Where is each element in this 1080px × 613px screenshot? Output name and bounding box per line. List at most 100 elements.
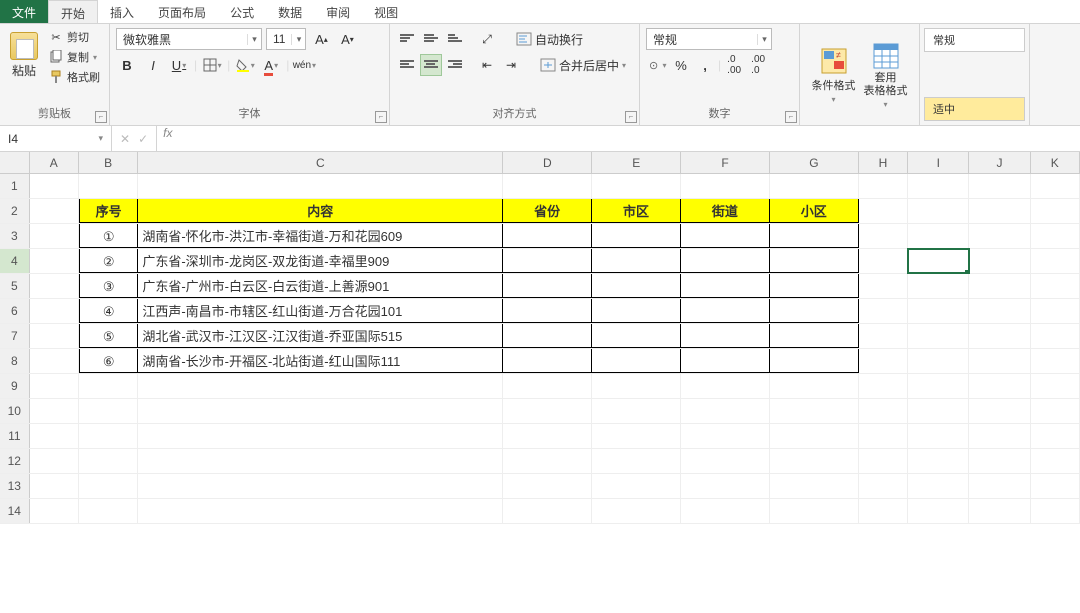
conditional-format-button[interactable]: ≠ 条件格式 ▾ bbox=[812, 47, 856, 104]
decrease-font-button[interactable]: A▾ bbox=[336, 28, 358, 50]
cancel-icon[interactable]: ✕ bbox=[120, 132, 130, 146]
phonetic-button[interactable]: wén bbox=[293, 54, 315, 76]
cell[interactable] bbox=[681, 399, 770, 423]
align-bottom-button[interactable] bbox=[444, 28, 466, 50]
wrap-text-button[interactable]: 自动换行 bbox=[512, 29, 587, 50]
tab-data[interactable]: 数据 bbox=[266, 0, 314, 23]
cell[interactable] bbox=[859, 374, 908, 398]
col-header-E[interactable]: E bbox=[592, 152, 681, 173]
cell[interactable] bbox=[592, 274, 681, 298]
cell[interactable] bbox=[859, 174, 908, 198]
cell[interactable] bbox=[592, 474, 681, 498]
row-header[interactable]: 13 bbox=[0, 474, 30, 498]
cell[interactable] bbox=[908, 499, 969, 523]
cell[interactable]: 湖北省-武汉市-江汉区-江汉街道-乔亚国际515 bbox=[138, 324, 503, 348]
cell[interactable] bbox=[503, 424, 592, 448]
row-header[interactable]: 8 bbox=[0, 349, 30, 373]
row-header[interactable]: 1 bbox=[0, 174, 30, 198]
cell[interactable] bbox=[681, 449, 770, 473]
table-format-button[interactable]: 套用 表格格式 ▾ bbox=[864, 42, 908, 109]
cell[interactable] bbox=[908, 424, 969, 448]
tab-view[interactable]: 视图 bbox=[362, 0, 410, 23]
cell[interactable] bbox=[592, 424, 681, 448]
cell[interactable] bbox=[681, 424, 770, 448]
decrease-indent-button[interactable]: ⇤ bbox=[476, 54, 498, 76]
cell[interactable] bbox=[138, 499, 503, 523]
increase-decimal-button[interactable]: .0.00 bbox=[723, 54, 745, 76]
col-header-J[interactable]: J bbox=[969, 152, 1030, 173]
cell[interactable] bbox=[681, 224, 770, 248]
orientation-button[interactable]: ⤢ bbox=[476, 28, 498, 50]
cell[interactable] bbox=[503, 224, 592, 248]
cell[interactable] bbox=[770, 349, 859, 373]
cell[interactable]: 湖南省-怀化市-洪江市-幸福街道-万和花园609 bbox=[138, 224, 503, 248]
cell[interactable] bbox=[503, 274, 592, 298]
cell[interactable] bbox=[30, 499, 79, 523]
row-header[interactable]: 2 bbox=[0, 199, 30, 223]
cell[interactable] bbox=[969, 299, 1030, 323]
cell[interactable] bbox=[908, 174, 969, 198]
cell[interactable] bbox=[1031, 249, 1080, 273]
clipboard-launcher-icon[interactable]: ⌐ bbox=[95, 111, 107, 123]
cell[interactable] bbox=[1031, 499, 1080, 523]
align-middle-button[interactable] bbox=[420, 28, 442, 50]
percent-button[interactable]: % bbox=[670, 54, 692, 76]
col-header-D[interactable]: D bbox=[503, 152, 592, 173]
cell[interactable] bbox=[138, 449, 503, 473]
chevron-down-icon[interactable]: ▾ bbox=[757, 34, 771, 45]
cell[interactable] bbox=[969, 374, 1030, 398]
cell[interactable]: ④ bbox=[79, 299, 138, 323]
cell[interactable] bbox=[1031, 349, 1080, 373]
cell[interactable] bbox=[969, 324, 1030, 348]
cell[interactable] bbox=[859, 349, 908, 373]
cell[interactable] bbox=[503, 374, 592, 398]
align-top-button[interactable] bbox=[396, 28, 418, 50]
cell[interactable] bbox=[859, 199, 908, 223]
cell[interactable] bbox=[681, 274, 770, 298]
cell[interactable] bbox=[681, 299, 770, 323]
formula-input[interactable] bbox=[178, 126, 1080, 151]
cell[interactable] bbox=[592, 224, 681, 248]
cell[interactable]: 湖南省-长沙市-开福区-北站街道-红山国际111 bbox=[138, 349, 503, 373]
border-button[interactable] bbox=[201, 54, 223, 76]
underline-button[interactable]: U bbox=[168, 54, 190, 76]
cell[interactable] bbox=[908, 374, 969, 398]
row-header[interactable]: 11 bbox=[0, 424, 30, 448]
cell[interactable] bbox=[859, 399, 908, 423]
cell[interactable] bbox=[770, 249, 859, 273]
style-normal[interactable]: 常规 bbox=[924, 28, 1025, 52]
fx-icon[interactable]: fx bbox=[157, 126, 178, 151]
cell[interactable] bbox=[592, 399, 681, 423]
cell[interactable] bbox=[503, 324, 592, 348]
cell[interactable] bbox=[859, 424, 908, 448]
cell[interactable] bbox=[79, 174, 138, 198]
cell[interactable] bbox=[681, 174, 770, 198]
cell[interactable] bbox=[908, 449, 969, 473]
row-header[interactable]: 14 bbox=[0, 499, 30, 523]
tab-insert[interactable]: 插入 bbox=[98, 0, 146, 23]
cell[interactable] bbox=[1031, 324, 1080, 348]
cell[interactable] bbox=[592, 374, 681, 398]
cell[interactable] bbox=[503, 174, 592, 198]
paste-button[interactable]: 粘贴 bbox=[6, 28, 42, 86]
cell[interactable] bbox=[908, 199, 969, 223]
cell[interactable] bbox=[969, 474, 1030, 498]
cell[interactable] bbox=[30, 424, 79, 448]
cell[interactable] bbox=[30, 474, 79, 498]
align-launcher-icon[interactable]: ⌐ bbox=[625, 111, 637, 123]
col-header-B[interactable]: B bbox=[79, 152, 138, 173]
cell[interactable]: 广东省-深圳市-龙岗区-双龙街道-幸福里909 bbox=[138, 249, 503, 273]
tab-layout[interactable]: 页面布局 bbox=[146, 0, 218, 23]
cell[interactable] bbox=[681, 349, 770, 373]
cell[interactable]: 广东省-广州市-白云区-白云街道-上善源901 bbox=[138, 274, 503, 298]
row-header[interactable]: 10 bbox=[0, 399, 30, 423]
cell[interactable] bbox=[138, 424, 503, 448]
cell[interactable] bbox=[770, 474, 859, 498]
currency-button[interactable]: ⊙ bbox=[646, 54, 668, 76]
col-header-F[interactable]: F bbox=[681, 152, 770, 173]
cell[interactable] bbox=[592, 349, 681, 373]
number-format-combo[interactable]: 常规▾ bbox=[646, 28, 772, 50]
cell[interactable] bbox=[908, 274, 969, 298]
align-left-button[interactable] bbox=[396, 54, 418, 76]
tab-start[interactable]: 开始 bbox=[48, 0, 98, 23]
